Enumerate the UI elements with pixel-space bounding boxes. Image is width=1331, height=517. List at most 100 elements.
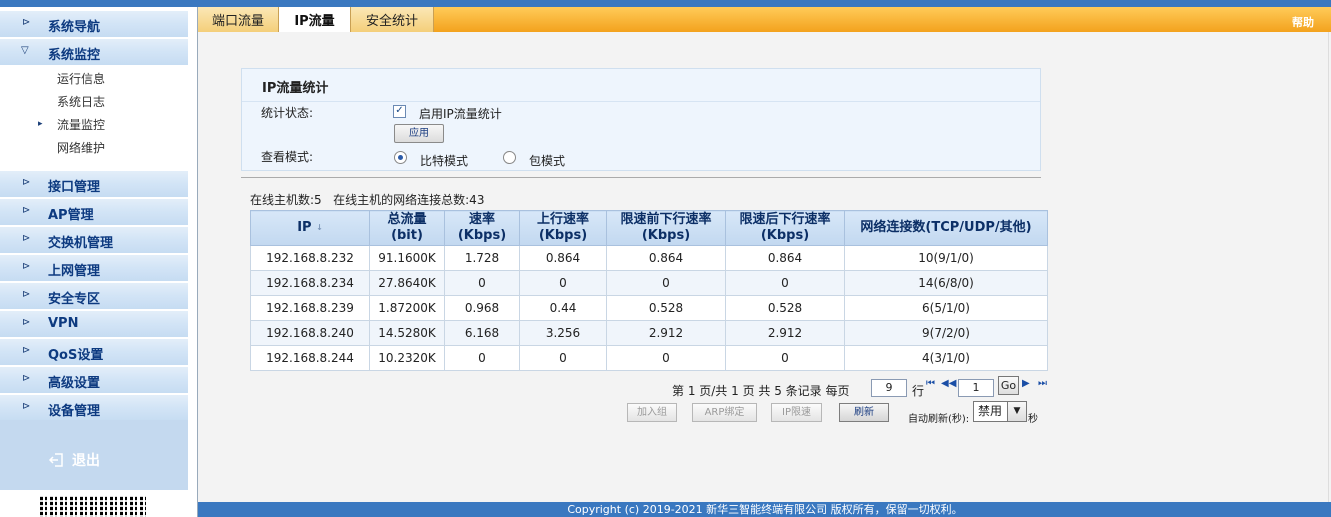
cell-download-before: 2.912 [606, 320, 726, 346]
header-unit: (Kbps) [760, 228, 810, 243]
cell-download-before: 0.864 [606, 245, 726, 271]
header-text: 限速后下行速率 [739, 212, 831, 227]
header-text: 限速前下行速率 [620, 212, 712, 227]
sidebar-item-label: 系统监控 [48, 48, 101, 63]
table-row[interactable]: 192.168.8.240 14.5280K 6.168 3.256 2.912… [250, 320, 1048, 346]
sidebar-item-advanced[interactable]: ⊳ 高级设置 [0, 367, 188, 393]
help-link[interactable]: 帮助 [1292, 14, 1314, 30]
arp-bind-button[interactable]: ARP绑定 [692, 403, 757, 422]
cell-total-traffic: 1.87200K [369, 295, 445, 321]
sidebar-item-switch-mgmt[interactable]: ⊳ 交换机管理 [0, 227, 188, 253]
cell-download-after: 0.864 [725, 245, 845, 271]
expand-arrow-icon: ⊳ [22, 317, 31, 328]
cell-ip: 192.168.8.244 [250, 345, 370, 371]
sidebar-subitem-traffic-monitor[interactable]: 流量监控 [57, 116, 105, 133]
online-summary: 在线主机数:5 在线主机的网络连接总数:43 [250, 191, 484, 208]
sidebar-item-system-nav[interactable]: ⊳ 系统导航 [0, 11, 188, 37]
content-area: IP流量统计 统计状态: ✓ 启用IP流量统计 应用 查看模式: 比特模式 包模… [198, 32, 1330, 502]
table-row[interactable]: 192.168.8.232 91.1600K 1.728 0.864 0.864… [250, 245, 1048, 271]
content-right-border [1328, 32, 1329, 502]
add-group-button[interactable]: 加入组 [627, 403, 677, 422]
goto-page-input[interactable]: 1 [958, 379, 994, 397]
sidebar-item-interface-mgmt[interactable]: ⊳ 接口管理 [0, 171, 188, 197]
column-header-download-before-limit[interactable]: 限速前下行速率 (Kbps) [606, 210, 726, 246]
cell-connections: 10(9/1/0) [844, 245, 1048, 271]
per-page-unit: 行 [912, 384, 925, 398]
go-button[interactable]: Go [998, 376, 1019, 395]
panel-divider [242, 101, 1040, 102]
enable-ip-stats-label: 启用IP流量统计 [419, 107, 502, 121]
next-page-icon[interactable]: ▶ [1022, 378, 1030, 389]
expand-arrow-icon: ⊳ [22, 205, 31, 216]
sidebar-subitem-network-maintenance[interactable]: 网络维护 [57, 139, 105, 156]
expand-arrow-icon: ⊳ [22, 17, 31, 28]
online-hosts-count: 在线主机数:5 [250, 193, 322, 207]
cell-ip: 192.168.8.240 [250, 320, 370, 346]
main-area: 端口流量 IP流量 安全统计 帮助 IP流量统计 统计状态: ✓ 启用IP流量统… [197, 7, 1331, 517]
apply-button[interactable]: 应用 [394, 124, 444, 143]
cell-connections: 14(6/8/0) [844, 270, 1048, 296]
sidebar-item-qos[interactable]: ⊳ QoS设置 [0, 339, 188, 365]
sidebar-item-system-monitor[interactable]: ▽ 系统监控 [0, 39, 188, 65]
header-text: 总流量 [387, 212, 427, 227]
sidebar-item-ap-mgmt[interactable]: ⊳ AP管理 [0, 199, 188, 225]
cell-total-traffic: 27.8640K [369, 270, 445, 296]
cell-download-before: 0 [606, 345, 726, 371]
table-header-row: IP ↓ 总流量 (bit) 速率 (Kbps) 上行速率 (Kbps) 限速前下行速… [250, 210, 1048, 246]
column-header-total-traffic[interactable]: 总流量 (bit) [369, 210, 445, 246]
refresh-button[interactable]: 刷新 [839, 403, 889, 422]
tab-ip-traffic[interactable]: IP流量 [279, 7, 351, 32]
sidebar-item-label: 上网管理 [48, 264, 101, 279]
expand-arrow-icon: ⊳ [22, 177, 31, 188]
logout-button[interactable]: 退出 [48, 450, 100, 470]
collapse-arrow-icon: ▽ [21, 45, 29, 56]
sidebar-item-label: 高级设置 [48, 376, 101, 391]
ip-traffic-settings-panel: IP流量统计 [241, 68, 1041, 171]
column-header-rate[interactable]: 速率 (Kbps) [444, 210, 520, 246]
cell-ip: 192.168.8.234 [250, 270, 370, 296]
cell-total-traffic: 10.2320K [369, 345, 445, 371]
per-page-input[interactable]: 9 [871, 379, 907, 397]
column-header-ip[interactable]: IP ↓ [250, 210, 370, 246]
sidebar-item-label: 设备管理 [48, 404, 101, 419]
chevron-down-icon: ▼ [1007, 402, 1026, 421]
column-header-connections[interactable]: 网络连接数(TCP/UDP/其他) [844, 210, 1048, 246]
auto-refresh-select[interactable]: 禁用 ▼ [973, 401, 1027, 422]
cell-connections: 6(5/1/0) [844, 295, 1048, 321]
total-connections-count: 在线主机的网络连接总数:43 [333, 193, 485, 207]
bit-mode-radio[interactable] [394, 151, 407, 164]
cell-rate: 1.728 [444, 245, 520, 271]
ip-limit-button[interactable]: IP限速 [771, 403, 822, 422]
header-text: 上行速率 [536, 212, 589, 227]
prev-page-icon[interactable]: ◀◀ [941, 378, 956, 389]
cell-connections: 9(7/2/0) [844, 320, 1048, 346]
first-page-icon[interactable]: ⏮ [926, 378, 935, 389]
sidebar-item-device-mgmt[interactable]: ⊳ 设备管理 [0, 395, 188, 421]
table-row[interactable]: 192.168.8.239 1.87200K 0.968 0.44 0.528 … [250, 295, 1048, 321]
table-row[interactable]: 192.168.8.234 27.8640K 0 0 0 0 14(6/8/0) [250, 270, 1048, 296]
header-text: 网络连接数(TCP/UDP/其他) [860, 220, 1032, 235]
cell-connections: 4(3/1/0) [844, 345, 1048, 371]
tab-bar: 端口流量 IP流量 安全统计 帮助 [198, 7, 1331, 32]
sidebar-item-label: 安全专区 [48, 292, 101, 307]
sidebar-subitem-system-log[interactable]: 系统日志 [57, 93, 105, 110]
sidebar-subitem-run-info[interactable]: 运行信息 [57, 70, 105, 87]
ip-traffic-table: IP ↓ 总流量 (bit) 速率 (Kbps) 上行速率 (Kbps) 限速前下行速… [250, 210, 1048, 371]
table-row[interactable]: 192.168.8.244 10.2320K 0 0 0 0 4(3/1/0) [250, 345, 1048, 371]
header-unit: (Kbps) [457, 228, 507, 243]
header-text: 速率 [468, 212, 495, 227]
sidebar-item-internet-mgmt[interactable]: ⊳ 上网管理 [0, 255, 188, 281]
column-header-download-after-limit[interactable]: 限速后下行速率 (Kbps) [725, 210, 845, 246]
sidebar-item-vpn[interactable]: ⊳ VPN [0, 311, 188, 337]
sidebar-item-security-zone[interactable]: ⊳ 安全专区 [0, 283, 188, 309]
enable-ip-stats-checkbox[interactable]: ✓ [393, 105, 406, 118]
last-page-icon[interactable]: ⏭ [1038, 378, 1047, 389]
packet-mode-radio[interactable] [503, 151, 516, 164]
cell-download-after: 0 [725, 345, 845, 371]
tab-port-traffic[interactable]: 端口流量 [198, 7, 279, 32]
header-unit: (Kbps) [641, 228, 691, 243]
column-header-upload-rate[interactable]: 上行速率 (Kbps) [519, 210, 607, 246]
cell-ip: 192.168.8.239 [250, 295, 370, 321]
tab-security-stats[interactable]: 安全统计 [351, 7, 434, 32]
packet-mode-label: 包模式 [529, 154, 566, 168]
